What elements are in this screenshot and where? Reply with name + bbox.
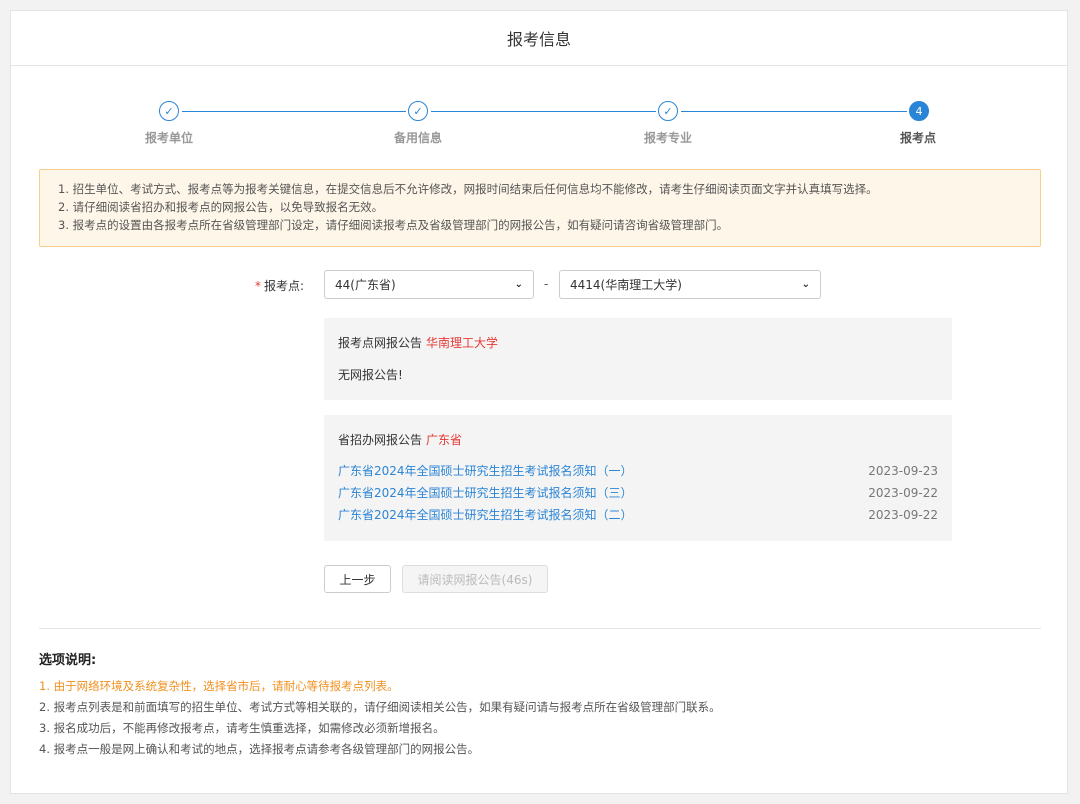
divider bbox=[39, 628, 1041, 629]
step-connector bbox=[431, 111, 656, 112]
note-line: 4. 报考点一般是网上确认和考试的地点，选择报考点请参考各级管理部门的网报公告。 bbox=[39, 742, 480, 756]
step-2-check-icon: ✓ bbox=[408, 101, 428, 121]
registration-card: 报考信息 ✓ ✓ ✓ 4 报考单位 备用信息 报考专业 报考点 1. 招生单位、… bbox=[10, 10, 1068, 794]
empty-announcement-text: 无网报公告! bbox=[338, 368, 403, 382]
province-select[interactable]: 44(广东省) ⌄ bbox=[324, 270, 534, 299]
site-name: 华南理工大学 bbox=[426, 336, 499, 350]
step-label-backup: 备用信息 bbox=[393, 131, 443, 145]
progress-steps: ✓ ✓ ✓ 4 报考单位 备用信息 报考专业 报考点 bbox=[11, 99, 1067, 149]
announcement-link[interactable]: 广东省2024年全国硕士研究生招生考试报名须知（三） bbox=[338, 482, 633, 504]
notice-line: 2. 请仔细阅读省招办和报考点的网报公告，以免导致报名无效。 bbox=[58, 200, 384, 214]
announcement-date: 2023-09-22 bbox=[868, 486, 938, 500]
step-label-major: 报考专业 bbox=[643, 131, 693, 145]
select-separator: - bbox=[544, 277, 549, 291]
previous-step-button[interactable]: 上一步 bbox=[324, 565, 391, 593]
panel-title: 报考点网报公告 华南理工大学 bbox=[338, 336, 499, 350]
page-title: 报考信息 bbox=[506, 30, 571, 49]
announcement-link[interactable]: 广东省2024年全国硕士研究生招生考试报名须知（二） bbox=[338, 504, 633, 526]
read-announcement-button[interactable]: 请阅读网报公告(46s) bbox=[402, 565, 548, 593]
step-label-unit: 报考单位 bbox=[144, 131, 194, 145]
chevron-down-icon: ⌄ bbox=[514, 279, 523, 290]
note-line: 1. 由于网络环境及系统复杂性，选择省市后，请耐心等待报考点列表。 bbox=[39, 679, 399, 693]
notice-line: 3. 报考点的设置由各报考点所在省级管理部门设定，请仔细阅读报考点及省级管理部门… bbox=[58, 218, 729, 232]
step-connector bbox=[182, 111, 406, 112]
announcement-date: 2023-09-23 bbox=[868, 464, 938, 478]
site-announcement-panel: 报考点网报公告 华南理工大学 无网报公告! bbox=[324, 318, 952, 400]
notice-line: 1. 招生单位、考试方式、报考点等为报考关键信息，在提交信息后不允许修改，网报时… bbox=[58, 182, 878, 196]
announcement-item: 广东省2024年全国硕士研究生招生考试报名须知（一） 2023-09-23 bbox=[338, 460, 938, 482]
note-line: 2. 报考点列表是和前面填写的招生单位、考试方式等相关联的，请仔细阅读相关公告，… bbox=[39, 700, 721, 714]
panel-title: 省招办网报公告 广东省 bbox=[338, 433, 463, 447]
step-connector bbox=[681, 111, 907, 112]
step-3-check-icon: ✓ bbox=[658, 101, 678, 121]
option-notes: 选项说明: 1. 由于网络环境及系统复杂性，选择省市后，请耐心等待报考点列表。 … bbox=[39, 649, 721, 760]
required-mark: * bbox=[255, 279, 261, 293]
province-name: 广东省 bbox=[426, 433, 463, 447]
chevron-down-icon: ⌄ bbox=[801, 279, 810, 290]
announcement-date: 2023-09-22 bbox=[868, 508, 938, 522]
notice-box: 1. 招生单位、考试方式、报考点等为报考关键信息，在提交信息后不允许修改，网报时… bbox=[39, 169, 1041, 247]
note-line: 3. 报名成功后，不能再修改报考点，请考生慎重选择，如需修改必须新增报名。 bbox=[39, 721, 445, 735]
announcement-item: 广东省2024年全国硕士研究生招生考试报名须知（三） 2023-09-22 bbox=[338, 482, 938, 504]
exam-site-label: * 报考点: bbox=[255, 279, 305, 293]
step-4-number-icon: 4 bbox=[909, 101, 929, 121]
announcement-item: 广东省2024年全国硕士研究生招生考试报名须知（二） 2023-09-22 bbox=[338, 504, 938, 526]
page-header: 报考信息 bbox=[11, 11, 1067, 66]
province-announcement-panel: 省招办网报公告 广东省 广东省2024年全国硕士研究生招生考试报名须知（一） 20… bbox=[324, 415, 952, 541]
exam-site-select[interactable]: 4414(华南理工大学) ⌄ bbox=[559, 270, 821, 299]
announcement-link[interactable]: 广东省2024年全国硕士研究生招生考试报名须知（一） bbox=[338, 460, 633, 482]
step-label-site: 报考点 bbox=[899, 131, 937, 145]
step-1-check-icon: ✓ bbox=[159, 101, 179, 121]
exam-site-row: * 报考点: 44(广东省) ⌄ - 4414(华南理工大学) ⌄ bbox=[11, 270, 1067, 300]
notes-title: 选项说明: bbox=[39, 653, 97, 668]
